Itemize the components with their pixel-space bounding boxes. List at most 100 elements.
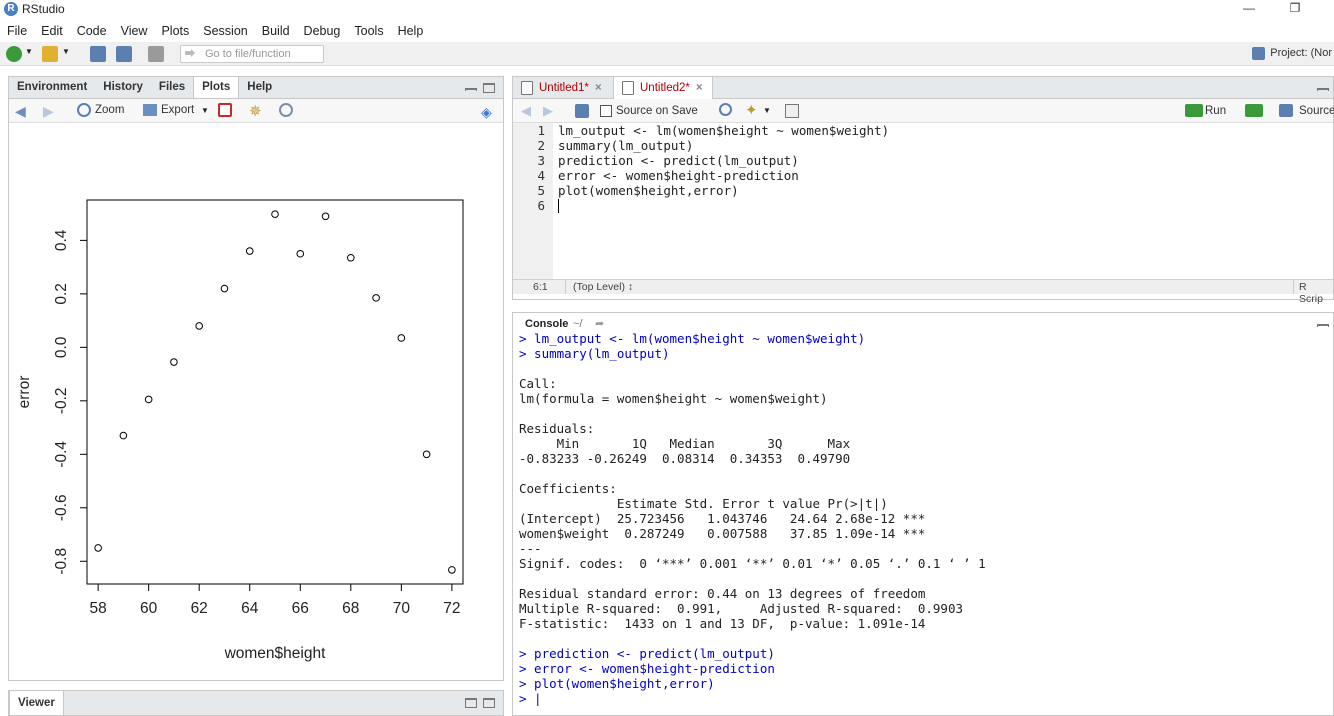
close-tab-icon[interactable]: × [595, 82, 602, 94]
restore-button[interactable]: ❐ [1280, 0, 1310, 18]
minimize-button[interactable]: — [1234, 0, 1264, 18]
menu-view[interactable]: View [114, 21, 155, 41]
menu-file[interactable]: File [0, 21, 34, 41]
publish-icon[interactable]: ◈ [481, 104, 492, 121]
open-project-icon[interactable] [42, 46, 58, 62]
data-point [422, 450, 431, 459]
tab-files[interactable]: Files [151, 77, 193, 98]
viewer-restore-icon[interactable] [465, 698, 477, 708]
data-point [170, 358, 178, 366]
export-icon [143, 104, 157, 116]
console-output-line: --- [519, 541, 542, 556]
console-output-line: Residual standard error: 0.44 on 13 degr… [519, 586, 926, 601]
console-output-line: Residuals: [519, 421, 595, 436]
close-tab-icon[interactable]: × [696, 82, 703, 94]
console-go-to-dir-icon[interactable]: ➦ [595, 317, 604, 330]
menu-help[interactable]: Help [391, 21, 431, 41]
line-number: 4 [537, 168, 545, 183]
viewer-pane: Viewer [8, 690, 504, 716]
back-arrow-icon[interactable]: ◀ [15, 103, 26, 120]
r-document-icon [521, 81, 533, 95]
source-on-save-label: Source on Save [616, 105, 698, 117]
rstudio-logo-icon: R [4, 2, 18, 16]
console-header: Console ~/ ➦ [513, 313, 1333, 333]
compile-report-icon[interactable] [785, 104, 799, 118]
editor-status-bar: 6:1 (Top Level) ↕ R Scrip [513, 279, 1333, 305]
clear-plots-icon[interactable]: ✵ [249, 102, 262, 120]
menu-build[interactable]: Build [255, 21, 297, 41]
data-point [397, 334, 406, 342]
editor-tab-untitled1[interactable]: Untitled1* × [513, 77, 609, 99]
console-path: ~/ [573, 318, 583, 330]
x-tick-label: 64 [241, 600, 259, 617]
file-type-selector[interactable]: R Scrip [1299, 281, 1333, 305]
data-point [245, 247, 254, 255]
editor-back-icon[interactable]: ◀ [521, 103, 531, 119]
menu-edit[interactable]: Edit [34, 21, 70, 41]
tab-history[interactable]: History [95, 77, 151, 98]
maximize-pane-icon[interactable] [483, 83, 495, 93]
editor-minimize-icon[interactable] [1317, 88, 1329, 91]
tab-environment[interactable]: Environment [9, 77, 95, 98]
editor-tabbar: Untitled1* × Untitled2* × [513, 77, 1333, 99]
goto-file-input[interactable]: Go to file/function [180, 45, 324, 63]
forward-arrow-icon[interactable]: ▶ [43, 103, 54, 120]
menu-tools[interactable]: Tools [347, 21, 390, 41]
menu-session[interactable]: Session [196, 21, 254, 41]
source-button[interactable]: Source [1299, 105, 1334, 117]
data-point [220, 284, 229, 293]
x-tick-label: 60 [140, 600, 158, 617]
source-on-save-checkbox[interactable] [600, 105, 612, 117]
line-number-gutter: 1 2 3 4 5 6 [513, 123, 553, 279]
save-all-icon[interactable] [116, 46, 132, 62]
plot-area: 58 60 62 64 66 68 70 72 -0.8 -0.6 -0.4 -0.2 0.0 0.2 0… [16, 199, 464, 662]
console-minimize-icon[interactable] [1317, 324, 1329, 327]
remove-plot-icon[interactable] [218, 103, 232, 117]
plot-box [86, 199, 464, 585]
tab-viewer[interactable]: Viewer [9, 691, 64, 715]
project-menu[interactable]: Project: (Nor [1270, 47, 1332, 59]
editor-tab-untitled2[interactable]: Untitled2* × [613, 77, 713, 99]
x-axis: 58 60 62 64 66 68 70 72 [89, 583, 461, 617]
export-dropdown-icon[interactable]: ▼ [201, 106, 209, 115]
data-point [448, 566, 456, 574]
viewer-maximize-icon[interactable] [483, 698, 495, 708]
code-editor[interactable]: 1 2 3 4 5 6 lm_output <- lm(women$height… [513, 123, 1333, 279]
run-button[interactable]: Run [1205, 105, 1226, 117]
new-file-icon[interactable] [6, 46, 22, 62]
console-input-line: > error <- women$height-prediction [519, 661, 775, 676]
console-input-line: > summary(lm_output) [519, 346, 670, 361]
source-editor-pane: Untitled1* × Untitled2* × ◀ ▶ Source on Sa… [512, 76, 1334, 305]
open-project-dropdown-icon[interactable]: ▼ [62, 47, 70, 56]
editor-save-icon[interactable] [575, 104, 589, 118]
zoom-icon[interactable] [77, 103, 91, 117]
y-tick-label: 0.4 [53, 229, 70, 251]
menu-debug[interactable]: Debug [297, 21, 348, 41]
y-tick-label: -0.8 [53, 548, 70, 575]
console-output[interactable]: > lm_output <- lm(women$height ~ women$w… [519, 331, 986, 706]
export-button[interactable]: Export [161, 104, 194, 116]
plots-toolbar: ◀ ▶ Zoom Export ▼ ✵ ◈ [9, 99, 503, 123]
scope-selector[interactable]: (Top Level) ↕ [573, 281, 633, 293]
menu-plots[interactable]: Plots [154, 21, 196, 41]
find-replace-icon[interactable] [719, 103, 732, 116]
menu-code[interactable]: Code [70, 21, 114, 41]
editor-forward-icon[interactable]: ▶ [543, 103, 553, 119]
print-icon[interactable] [148, 46, 164, 62]
x-tick-label: 66 [292, 600, 309, 617]
x-tick-label: 70 [393, 600, 411, 617]
new-file-dropdown-icon[interactable]: ▼ [25, 47, 33, 56]
line-number: 1 [537, 123, 545, 138]
refresh-icon[interactable] [279, 103, 293, 117]
tab-help[interactable]: Help [239, 77, 280, 98]
tab-plots[interactable]: Plots [193, 77, 240, 98]
minimize-pane-icon[interactable] [465, 88, 477, 91]
code-tools-icon[interactable]: ✦ [745, 101, 758, 119]
y-tick-label: 0.2 [53, 283, 70, 305]
code-tools-dropdown-icon[interactable]: ▼ [763, 106, 771, 115]
save-icon[interactable] [90, 46, 106, 62]
zoom-button[interactable]: Zoom [95, 104, 124, 116]
viewer-pane-tabbar: Viewer [9, 691, 503, 716]
rerun-icon[interactable] [1245, 104, 1263, 117]
